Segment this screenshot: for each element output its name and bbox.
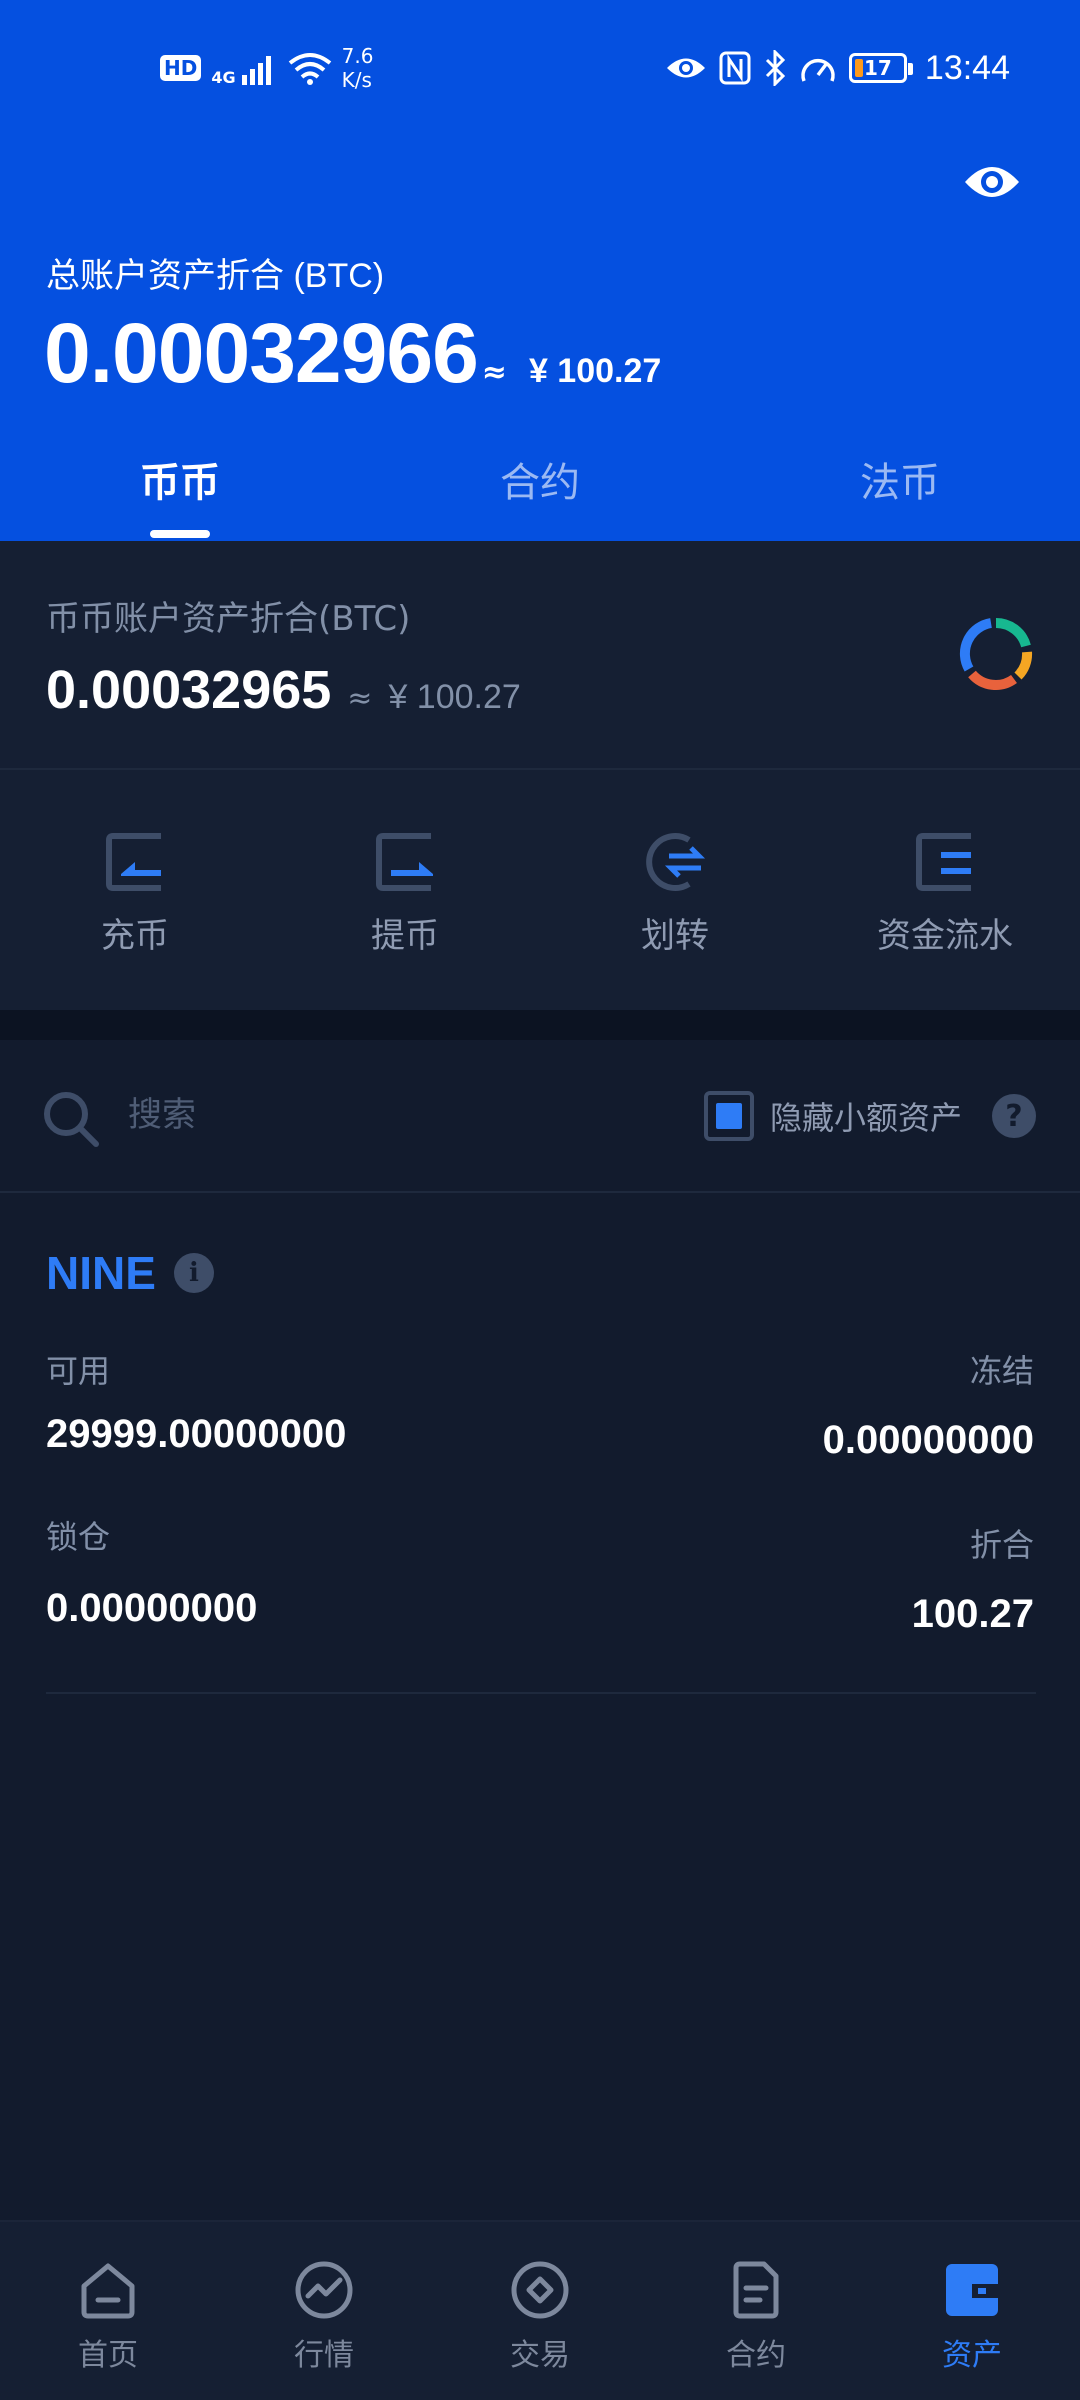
market-icon: [295, 2261, 353, 2319]
action-label: 充币: [101, 916, 169, 956]
account-tabs: 币币 合约 法币: [0, 450, 1080, 541]
nav-home[interactable]: 首页: [0, 2260, 216, 2380]
nav-label: 资产: [942, 2338, 1002, 2373]
network-type: 4G: [211, 68, 236, 87]
nav-trade[interactable]: 交易: [432, 2260, 648, 2380]
nav-label: 行情: [294, 2338, 354, 2373]
frozen-value: 0.00000000: [822, 1418, 1034, 1462]
search-row: 隐藏小额资产: [0, 1040, 1080, 1192]
status-right: 17 13:44: [665, 38, 1010, 98]
cellular-signal-icon: 4G: [211, 51, 277, 87]
nav-contract[interactable]: 合约: [648, 2260, 864, 2380]
quick-actions: 充币 提币 划转 资金流水: [0, 770, 1080, 1010]
total-assets-label: 总账户资产折合 (BTC): [46, 257, 385, 295]
spot-account-label: 币币账户资产折合(BTC): [46, 599, 411, 639]
home-icon: [81, 2263, 135, 2319]
spot-account-summary: 币币账户资产折合(BTC) 0.00032965 ≈ ¥ 100.27: [0, 541, 1080, 769]
transfer-icon: [646, 833, 706, 891]
hide-small-assets-checkbox[interactable]: [704, 1091, 754, 1141]
speed-value: 7.6: [341, 44, 374, 68]
withdraw-icon: [376, 833, 433, 891]
nav-assets[interactable]: 资产: [864, 2260, 1080, 2380]
tab-contract[interactable]: 合约: [420, 450, 660, 541]
search-icon: [44, 1092, 99, 1147]
contract-icon: [733, 2261, 779, 2319]
header: HD 4G 7.6 K/s 17 13:44 总账户资产折合 (BTC) 0.0…: [0, 0, 1080, 541]
action-label: 划转: [641, 916, 709, 956]
approx-symbol: ≈: [347, 681, 373, 716]
transfer-button[interactable]: 划转: [540, 830, 810, 980]
action-label: 资金流水: [877, 916, 1013, 956]
checkbox-checked-mark: [716, 1103, 742, 1129]
deposit-button[interactable]: 充币: [0, 830, 270, 980]
total-assets-row: 0.00032966 ≈ ¥ 100.27: [44, 305, 661, 402]
search-input[interactable]: [128, 1090, 528, 1140]
available-value: 29999.00000000: [46, 1412, 347, 1456]
section-gap: [0, 1010, 1080, 1040]
nav-label: 交易: [510, 2338, 570, 2373]
battery-icon: 17: [848, 53, 913, 83]
withdraw-button[interactable]: 提币: [270, 830, 540, 980]
deposit-icon: [106, 833, 161, 891]
nav-market[interactable]: 行情: [216, 2260, 432, 2380]
hd-badge: HD: [160, 55, 202, 81]
total-assets-btc: 0.00032966: [44, 306, 479, 400]
fund-ledger-button[interactable]: 资金流水: [810, 830, 1080, 980]
nfc-icon: [719, 51, 751, 85]
battery-level: 17: [863, 56, 892, 80]
available-label: 可用: [46, 1352, 111, 1390]
equivalent-value: 100.27: [911, 1592, 1034, 1636]
asset-distribution-chart-icon[interactable]: [958, 616, 1034, 692]
locked-value: 0.00000000: [46, 1586, 258, 1630]
speedometer-icon: [801, 58, 835, 82]
total-assets-cny: ¥ 100.27: [528, 352, 662, 390]
wifi-icon: [288, 53, 331, 85]
tab-active-indicator: [150, 530, 210, 538]
spot-account-btc: 0.00032965: [46, 660, 332, 720]
speed-unit: K/s: [341, 68, 372, 92]
bluetooth-icon: [765, 50, 786, 86]
tab-fiat[interactable]: 法币: [780, 450, 1020, 541]
nav-label: 合约: [726, 2338, 786, 2373]
locked-label: 锁仓: [46, 1518, 111, 1556]
coin-name-row: NINE i: [46, 1246, 214, 1300]
eye-toggle-icon[interactable]: [962, 158, 1022, 206]
hide-small-assets-label: 隐藏小额资产: [770, 1099, 963, 1137]
bottom-nav: 首页 行情 交易 合约 资产: [0, 2220, 1080, 2400]
tab-spot[interactable]: 币币: [60, 450, 300, 541]
ledger-icon: [916, 833, 971, 891]
coin-name: NINE: [46, 1247, 156, 1299]
divider: [0, 1191, 1080, 1193]
status-left: HD 4G 7.6 K/s: [160, 38, 373, 98]
spot-account-cny: ¥ 100.27: [388, 678, 521, 716]
spot-account-row: 0.00032965 ≈ ¥ 100.27: [46, 659, 521, 721]
info-icon[interactable]: i: [173, 1253, 214, 1293]
action-label: 提币: [371, 916, 439, 956]
tab-label: 合约: [500, 460, 580, 506]
nav-label: 首页: [78, 2338, 138, 2373]
clock: 13:44: [924, 48, 1010, 87]
approx-symbol: ≈: [481, 355, 507, 390]
wallet-icon: [946, 2264, 998, 2316]
network-speed: 7.6 K/s: [342, 44, 374, 92]
eye-comfort-icon: [666, 58, 705, 78]
help-icon[interactable]: ?: [992, 1094, 1036, 1138]
divider: [46, 1692, 1036, 1694]
hide-small-assets-toggle[interactable]: 隐藏小额资产: [704, 1090, 962, 1142]
frozen-label: 冻结: [969, 1352, 1034, 1390]
status-bar: HD 4G 7.6 K/s 17 13:44: [0, 38, 1080, 98]
equivalent-label: 折合: [969, 1526, 1034, 1564]
tab-label: 币币: [140, 460, 220, 506]
trade-icon: [511, 2261, 569, 2319]
tab-label: 法币: [860, 460, 940, 506]
